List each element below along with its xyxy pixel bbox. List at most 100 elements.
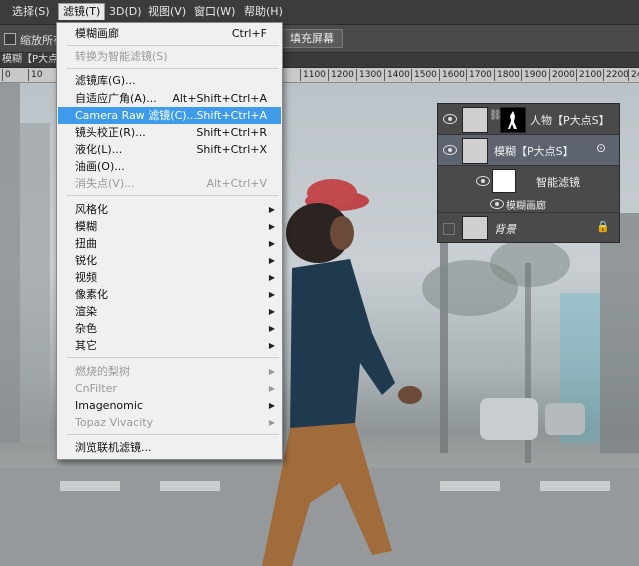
menu-item-shortcut: Alt+Shift+Ctrl+A <box>172 92 267 105</box>
menu-select[interactable]: 选择(S) <box>8 4 54 20</box>
menu-item-browse-online-filters[interactable]: 浏览联机滤镜... <box>58 439 281 456</box>
menu-item-label: 视频 <box>75 271 97 284</box>
submenu-arrow-icon: ▶ <box>268 367 275 376</box>
ruler-tick: 1300 <box>356 69 382 81</box>
ruler-tick: 2200 <box>603 69 629 81</box>
layer-thumbnail <box>462 107 488 133</box>
menu-item-blur-gallery[interactable]: 模糊画廊 Ctrl+F <box>58 25 281 42</box>
menu-item-label: Topaz Vivacity <box>75 416 154 429</box>
menu-help[interactable]: 帮助(H) <box>240 4 287 20</box>
layer-row-person[interactable]: ⛓ 人物【P大点S】 <box>438 104 619 135</box>
layer-row-blur-gallery-filter[interactable]: 模糊画廊 <box>438 196 619 213</box>
menu-view[interactable]: 视图(V) <box>144 4 190 20</box>
menu-item-label: 液化(L)... <box>75 143 123 156</box>
ruler-tick: 1900 <box>521 69 547 81</box>
menu-item-shortcut: Shift+Ctrl+A <box>196 109 267 122</box>
layers-panel: ⛓ 人物【P大点S】 模糊【P大点S】 ⊙ 智能滤镜 模糊画廊 背景 🔒 <box>437 103 620 243</box>
ruler-tick: 1200 <box>328 69 354 81</box>
menu-item-shortcut: Shift+Ctrl+R <box>196 126 267 139</box>
menu-item-label: Imagenomic <box>75 399 143 412</box>
lock-icon: 🔒 <box>596 220 610 233</box>
menu-item-label: 渲染 <box>75 305 97 318</box>
menu-separator <box>67 357 279 358</box>
menu-item-label: 锐化 <box>75 254 97 267</box>
submenu-arrow-icon: ▶ <box>268 418 275 427</box>
eye-icon[interactable] <box>443 145 457 155</box>
menu-item-label: 模糊 <box>75 220 97 233</box>
menu-item-filter-gallery[interactable]: 滤镜库(G)... <box>58 72 281 89</box>
menu-item-shortcut: Shift+Ctrl+X <box>196 143 267 156</box>
menu-item-label: 镜头校正(R)... <box>75 126 146 139</box>
ruler-tick: 10 <box>28 69 42 81</box>
menu-item-topaz-vivacity: Topaz Vivacity ▶ <box>58 414 281 431</box>
layer-mask-thumbnail[interactable] <box>500 107 526 133</box>
menu-item-pixelate[interactable]: 像素化 ▶ <box>58 286 281 303</box>
menu-item-stylize[interactable]: 风格化 ▶ <box>58 201 281 218</box>
ruler-tick: 1100 <box>300 69 326 81</box>
menu-item-label: Camera Raw 滤镜(C)... <box>75 109 198 122</box>
layer-thumbnail <box>462 138 488 164</box>
menu-item-video[interactable]: 视频 ▶ <box>58 269 281 286</box>
submenu-arrow-icon: ▶ <box>268 273 275 282</box>
submenu-arrow-icon: ▶ <box>268 256 275 265</box>
layer-name: 背景 <box>494 223 516 236</box>
menu-item-label: 模糊画廊 <box>75 27 119 40</box>
ruler-tick: 1500 <box>411 69 437 81</box>
ruler-tick: 2100 <box>576 69 602 81</box>
layer-row-smart-filters[interactable]: 智能滤镜 <box>438 166 619 196</box>
layer-thumbnail <box>462 216 488 240</box>
menu-item-liquify[interactable]: 液化(L)... Shift+Ctrl+X <box>58 141 281 158</box>
submenu-arrow-icon: ▶ <box>268 222 275 231</box>
submenu-arrow-icon: ▶ <box>268 324 275 333</box>
menu-item-shortcut: Alt+Ctrl+V <box>206 177 267 190</box>
submenu-arrow-icon: ▶ <box>268 205 275 214</box>
menu-item-label: 浏览联机滤镜... <box>75 441 152 454</box>
menu-item-lens-correction[interactable]: 镜头校正(R)... Shift+Ctrl+R <box>58 124 281 141</box>
eye-icon[interactable] <box>443 114 457 124</box>
menu-item-label: 其它 <box>75 339 97 352</box>
ruler-tick: 1700 <box>466 69 492 81</box>
menu-item-camera-raw-filter[interactable]: Camera Raw 滤镜(C)... Shift+Ctrl+A <box>58 107 281 124</box>
menu-item-cnfilter: CnFilter ▶ <box>58 380 281 397</box>
fill-screen-button[interactable]: 填充屏幕 <box>281 29 343 48</box>
menu-item-vanishing-point: 消失点(V)... Alt+Ctrl+V <box>58 175 281 192</box>
menu-item-label: 滤镜库(G)... <box>75 74 136 87</box>
menu-item-label: CnFilter <box>75 382 117 395</box>
filter-mask-thumbnail[interactable] <box>492 169 516 193</box>
menu-separator <box>67 195 279 196</box>
menu-item-sharpen[interactable]: 锐化 ▶ <box>58 252 281 269</box>
menu-separator <box>67 434 279 435</box>
menu-item-label: 杂色 <box>75 322 97 335</box>
eye-icon[interactable] <box>490 199 504 209</box>
submenu-arrow-icon: ▶ <box>268 401 275 410</box>
menu-item-oil-paint[interactable]: 油画(O)... <box>58 158 281 175</box>
menu-item-label: 风格化 <box>75 203 108 216</box>
menu-item-label: 油画(O)... <box>75 160 125 173</box>
ruler-tick: 0 <box>2 69 11 81</box>
resize-all-checkbox[interactable] <box>4 33 16 45</box>
menu-item-distort[interactable]: 扭曲 ▶ <box>58 235 281 252</box>
menu-3d[interactable]: 3D(D) <box>105 4 146 20</box>
eye-icon[interactable] <box>476 176 490 186</box>
menu-filter[interactable]: 滤镜(T) <box>58 3 106 20</box>
mask-figure <box>508 111 517 129</box>
layer-name: 模糊【P大点S】 <box>494 145 574 158</box>
menu-item-imagenomic[interactable]: Imagenomic ▶ <box>58 397 281 414</box>
menu-separator <box>67 45 279 46</box>
menu-item-shortcut: Ctrl+F <box>231 27 267 40</box>
menu-item-convert-smart-filter: 转换为智能滤镜(S) <box>58 48 281 65</box>
menu-separator <box>67 68 279 69</box>
menu-item-noise[interactable]: 杂色 ▶ <box>58 320 281 337</box>
layer-row-background[interactable]: 背景 🔒 <box>438 213 619 242</box>
menu-item-blur[interactable]: 模糊 ▶ <box>58 218 281 235</box>
menu-window[interactable]: 窗口(W) <box>190 4 239 20</box>
menu-item-render[interactable]: 渲染 ▶ <box>58 303 281 320</box>
menu-item-other[interactable]: 其它 ▶ <box>58 337 281 354</box>
smart-object-icon: ⊙ <box>596 141 607 155</box>
menu-item-adaptive-wide-angle[interactable]: 自适应广角(A)... Alt+Shift+Ctrl+A <box>58 90 281 107</box>
submenu-arrow-icon: ▶ <box>268 307 275 316</box>
ruler-tick: 1800 <box>494 69 520 81</box>
layer-row-blur[interactable]: 模糊【P大点S】 ⊙ <box>438 135 619 166</box>
visibility-box[interactable] <box>443 223 455 235</box>
filter-dropdown-menu: 模糊画廊 Ctrl+F 转换为智能滤镜(S) 滤镜库(G)... 自适应广角(A… <box>56 22 283 460</box>
